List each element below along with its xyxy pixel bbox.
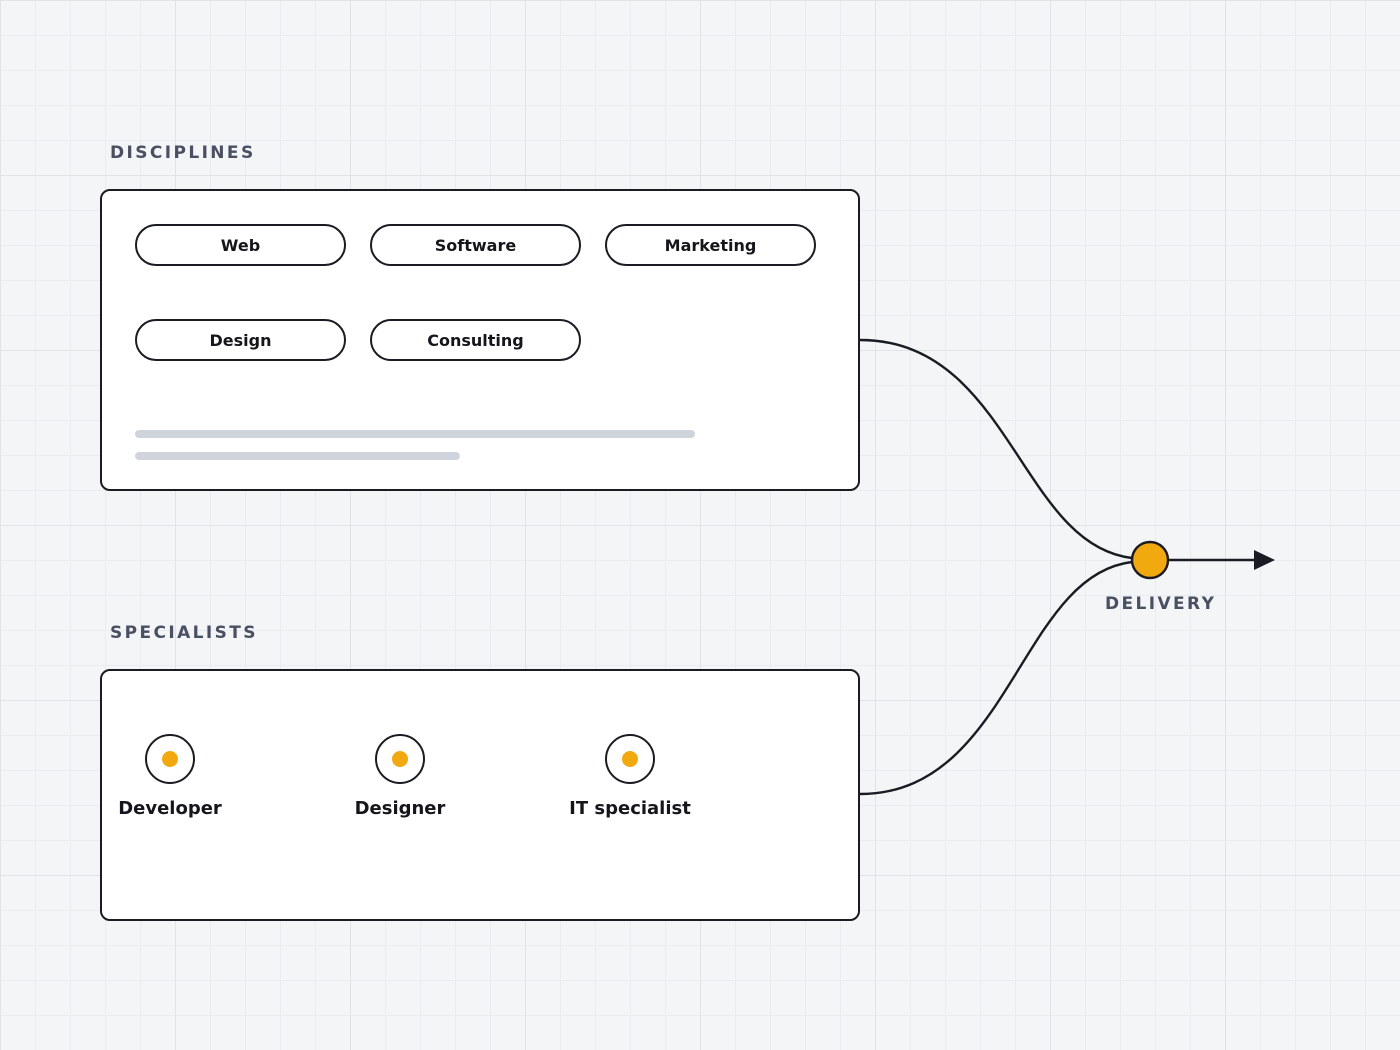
specialist-label: Developer <box>118 798 222 819</box>
discipline-pill-design[interactable]: Design <box>135 319 346 361</box>
accent-dot <box>622 751 638 767</box>
disciplines-connector-line <box>859 338 1133 560</box>
placeholder-text-line <box>135 430 695 438</box>
discipline-pill-software[interactable]: Software <box>370 224 581 266</box>
disciplines-heading: DISCIPLINES <box>110 143 256 163</box>
placeholder-text-line <box>135 452 460 460</box>
discipline-pill-consulting[interactable]: Consulting <box>370 319 581 361</box>
arrow-right-icon <box>1254 550 1275 570</box>
specialist-label: IT specialist <box>569 798 691 819</box>
disciplines-panel: Web Software Marketing Design Consulting <box>100 189 860 491</box>
specialist-label: Designer <box>354 798 446 819</box>
delivery-label: DELIVERY <box>1105 594 1217 614</box>
specialists-connector-line <box>859 560 1133 796</box>
specialists-heading: SPECIALISTS <box>110 623 258 643</box>
accent-dot <box>162 751 178 767</box>
developer-node-icon <box>145 734 195 784</box>
delivery-node-icon[interactable] <box>1130 540 1170 580</box>
accent-dot <box>392 751 408 767</box>
designer-node-icon <box>375 734 425 784</box>
specialists-panel: Developer Designer IT specialist <box>100 669 860 921</box>
discipline-pill-marketing[interactable]: Marketing <box>605 224 816 266</box>
discipline-pill-web[interactable]: Web <box>135 224 346 266</box>
it-specialist-node-icon <box>605 734 655 784</box>
specialist-designer[interactable]: Designer <box>320 734 480 819</box>
specialist-it-specialist[interactable]: IT specialist <box>550 734 710 819</box>
specialist-developer[interactable]: Developer <box>90 734 250 819</box>
